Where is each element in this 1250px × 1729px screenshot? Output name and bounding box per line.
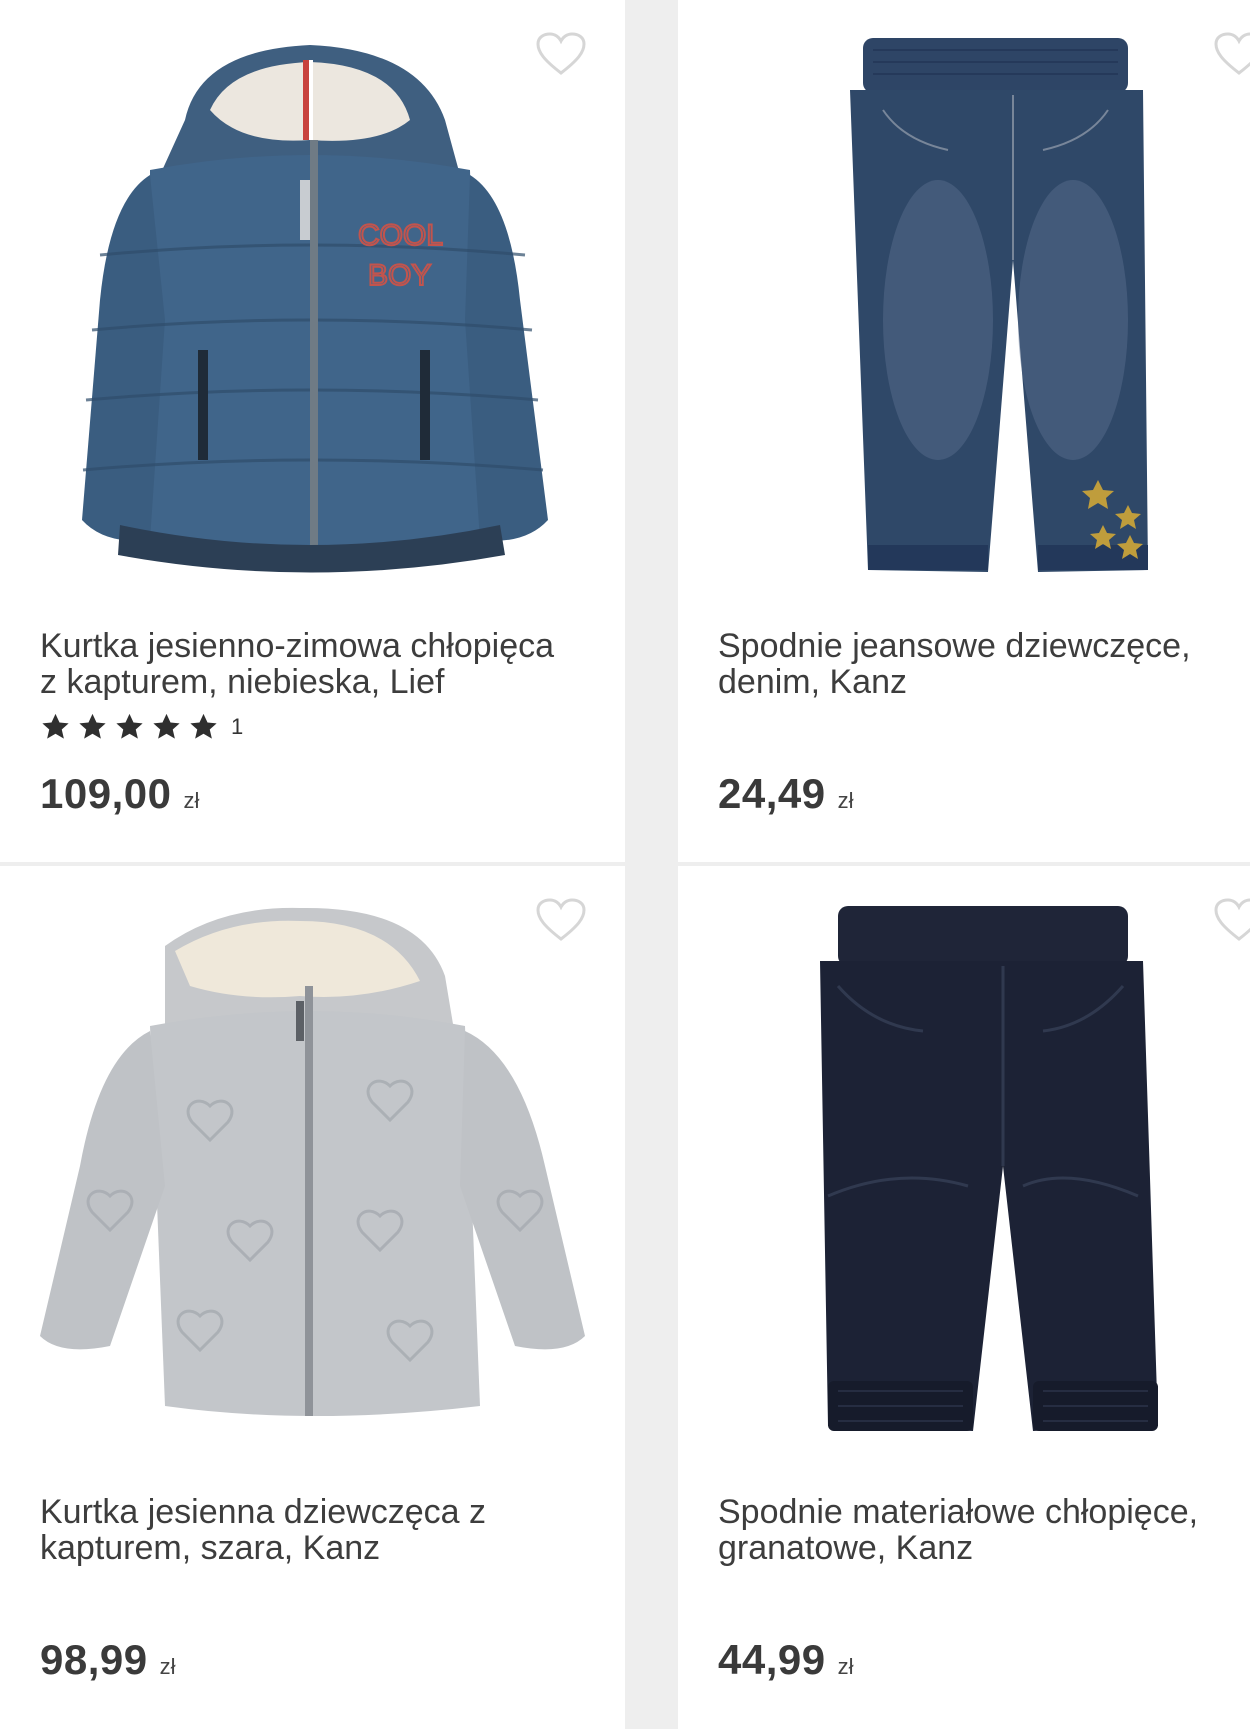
price-value: 98,99 xyxy=(40,1636,148,1683)
favorite-heart-icon[interactable] xyxy=(1214,898,1250,942)
star-icon xyxy=(42,713,69,739)
print-cool: COOL xyxy=(358,219,443,252)
favorite-heart-icon[interactable] xyxy=(536,32,586,76)
product-card[interactable]: Spodnie materiałowe chłopięce, granatowe… xyxy=(678,866,1250,1729)
price: 98,99 zł xyxy=(40,1636,176,1684)
price-value: 24,49 xyxy=(718,770,826,817)
currency: zł xyxy=(159,1654,176,1679)
product-grid: COOL BOY Kurtka jesienno-zimowa chłopięc… xyxy=(0,0,1250,1729)
star-icon xyxy=(153,713,180,739)
price: 24,49 zł xyxy=(718,770,854,818)
rating: 1 xyxy=(40,712,243,742)
product-card[interactable]: Spodnie jeansowe dziewczęce, denim, Kanz… xyxy=(678,0,1250,862)
star-icon xyxy=(116,713,143,739)
product-image-denim-pants[interactable] xyxy=(678,0,1250,600)
product-card[interactable]: Kurtka jesienna dziewczęca z kapturem, s… xyxy=(0,866,625,1729)
star-icon xyxy=(190,713,217,739)
price-value: 44,99 xyxy=(718,1636,826,1683)
product-image-gray-jacket[interactable] xyxy=(0,866,625,1466)
print-boy: BOY xyxy=(368,259,431,292)
currency: zł xyxy=(837,1654,854,1679)
product-title[interactable]: Spodnie jeansowe dziewczęce, denim, Kanz xyxy=(718,628,1250,700)
product-card[interactable]: COOL BOY Kurtka jesienno-zimowa chłopięc… xyxy=(0,0,625,862)
product-title[interactable]: Kurtka jesienna dziewczęca z kapturem, s… xyxy=(40,1494,580,1566)
rating-count: 1 xyxy=(231,714,244,739)
price: 44,99 zł xyxy=(718,1636,854,1684)
price-value: 109,00 xyxy=(40,770,172,817)
currency: zł xyxy=(837,788,854,813)
product-image-blue-jacket[interactable]: COOL BOY xyxy=(0,0,625,600)
price: 109,00 zł xyxy=(40,770,199,818)
product-title[interactable]: Spodnie materiałowe chłopięce, granatowe… xyxy=(718,1494,1250,1566)
product-title[interactable]: Kurtka jesienno-zimowa chłopięca z kaptu… xyxy=(40,628,580,700)
favorite-heart-icon[interactable] xyxy=(536,898,586,942)
currency: zł xyxy=(183,788,200,813)
star-icon xyxy=(79,713,106,739)
favorite-heart-icon[interactable] xyxy=(1214,32,1250,76)
product-image-navy-pants[interactable] xyxy=(678,866,1250,1466)
